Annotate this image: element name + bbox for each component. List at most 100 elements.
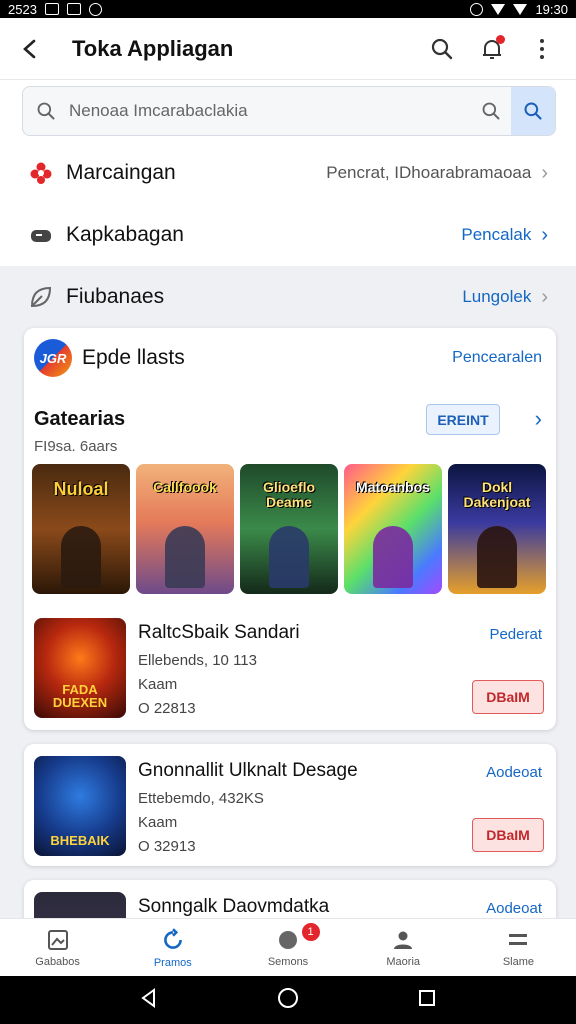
app-link[interactable]: Pederat bbox=[489, 626, 542, 643]
game-thumbnail[interactable]: Nuloal bbox=[32, 464, 130, 594]
row-label: Marcaingan bbox=[66, 161, 176, 184]
system-recents-button[interactable] bbox=[416, 987, 438, 1014]
back-button[interactable] bbox=[0, 18, 60, 80]
app-list-item[interactable]: BHEBAIK Gnonnallit Ulknalt Desage Ettebe… bbox=[24, 744, 556, 864]
app-card: BHEBAIK Gnonnallit Ulknalt Desage Ettebe… bbox=[24, 744, 556, 866]
character-figure bbox=[61, 526, 101, 588]
wifi-icon bbox=[491, 3, 506, 15]
search-section: Nenoaa Imcarabaclakia bbox=[0, 80, 576, 146]
chevron-right-icon: › bbox=[541, 223, 548, 246]
person-icon bbox=[394, 931, 413, 949]
row-value: Pencrat, IDhoarabramaoaa bbox=[326, 163, 532, 182]
app-link[interactable]: Aodeoat bbox=[486, 764, 542, 781]
gamepad-icon bbox=[28, 222, 54, 248]
app-list-item[interactable]: FADA DUEXEN RaltcSbaik Sandari Ellebends… bbox=[24, 606, 556, 726]
app-meta: Ellebends, 10 113 bbox=[138, 652, 257, 669]
more-options-button[interactable] bbox=[528, 35, 556, 63]
character-figure bbox=[477, 526, 517, 588]
row-value: Pencalak bbox=[461, 225, 532, 244]
card-link[interactable]: Pencearalen bbox=[452, 349, 542, 367]
get-button[interactable]: DBaIM bbox=[472, 818, 544, 852]
status-bar: 2523 19:30 bbox=[0, 0, 576, 18]
app-meta: Kaam bbox=[138, 676, 178, 693]
list-row-marcaingan[interactable]: Marcaingan Pencrat, IDhoarabramaoaa › bbox=[0, 142, 576, 204]
kebab-dot-icon bbox=[540, 54, 544, 59]
search-icon bbox=[524, 102, 542, 120]
kebab-dot-icon bbox=[540, 38, 544, 43]
notifications-button[interactable] bbox=[478, 34, 506, 63]
page-title: Toka Appliagan bbox=[72, 35, 234, 61]
game-thumbnail[interactable]: Dokl Dakenjoat bbox=[448, 464, 546, 594]
game-thumbnail[interactable]: Matoanbos bbox=[344, 464, 442, 594]
card-title: Epde llasts bbox=[82, 346, 185, 369]
app-name: Gnonnallit Ulknalt Desage bbox=[138, 760, 358, 781]
photo-frame-icon bbox=[47, 929, 68, 950]
chevron-right-icon: › bbox=[541, 285, 548, 308]
search-submit-button[interactable] bbox=[511, 87, 555, 135]
thumbnail-title: Nuloal bbox=[53, 479, 109, 499]
character-figure bbox=[165, 526, 205, 588]
search-placeholder: Nenoaa Imcarabaclakia bbox=[69, 101, 248, 120]
signal-icon bbox=[513, 3, 528, 15]
row-label: Kapkabagan bbox=[66, 223, 184, 246]
menu-icon bbox=[509, 933, 528, 945]
app-name: Sonngalk Daovmdatka bbox=[138, 896, 330, 917]
app-notification-icon bbox=[66, 3, 81, 15]
nav-item-semons[interactable]: 1 Semons bbox=[230, 919, 345, 976]
do-not-disturb-icon bbox=[88, 2, 102, 16]
app-meta: O 32913 bbox=[138, 838, 196, 855]
flower-icon bbox=[28, 160, 54, 186]
leaf-icon bbox=[28, 284, 54, 310]
nav-label: Semons bbox=[267, 955, 309, 968]
app-meta: O 22813 bbox=[138, 700, 196, 717]
nav-label: Slame bbox=[502, 955, 534, 968]
brand-logo: JGR bbox=[34, 339, 72, 377]
nav-item-slame[interactable]: Slame bbox=[461, 919, 576, 976]
list-row-fiubanaes[interactable]: Fiubanaes Lungolek › bbox=[0, 266, 576, 328]
character-figure bbox=[373, 526, 413, 588]
search-button[interactable] bbox=[428, 35, 456, 63]
system-navigation-bar bbox=[0, 976, 576, 1024]
kebab-dot-icon bbox=[540, 46, 544, 51]
thumbnail-title: Matoanbos bbox=[356, 479, 430, 495]
game-thumbnail[interactable]: Callfoook bbox=[136, 464, 234, 594]
section-title: Gatearias bbox=[34, 408, 126, 430]
chat-bubble-icon bbox=[279, 930, 297, 949]
game-carousel: Nuloal Callfoook Glioeflo Deame Matoanbo… bbox=[32, 464, 546, 594]
nav-item-pramos[interactable]: Pramos bbox=[115, 919, 230, 976]
nav-label: Pramos bbox=[153, 956, 192, 969]
nav-label: Gababos bbox=[35, 955, 80, 968]
notification-dot bbox=[496, 34, 505, 44]
search-input[interactable]: Nenoaa Imcarabaclakia bbox=[22, 86, 556, 136]
home-circle-icon bbox=[278, 987, 298, 1008]
app-bar: Toka Appliagan bbox=[0, 18, 576, 80]
status-time: 2523 bbox=[8, 1, 37, 17]
app-name: RaltcSbaik Sandari bbox=[138, 622, 300, 643]
thumbnail-title: Callfoook bbox=[153, 479, 217, 495]
search-icon bbox=[431, 38, 453, 59]
search-icon bbox=[482, 102, 500, 120]
nav-item-maoria[interactable]: Maoria bbox=[346, 919, 461, 976]
recents-square-icon bbox=[419, 989, 435, 1006]
game-thumbnail[interactable]: Glioeflo Deame bbox=[240, 464, 338, 594]
section-subtitle: FI9sa. 6aars bbox=[34, 438, 118, 455]
alarm-icon bbox=[470, 2, 484, 16]
app-link[interactable]: Aodeoat bbox=[486, 900, 542, 917]
app-icon: FADA DUEXEN bbox=[34, 618, 126, 718]
nav-item-gababos[interactable]: Gababos bbox=[0, 919, 115, 976]
system-home-button[interactable] bbox=[276, 986, 300, 1015]
back-triangle-icon bbox=[141, 987, 155, 1008]
system-back-button[interactable] bbox=[138, 987, 160, 1014]
list-row-kapkabagan[interactable]: Kapkabagan Pencalak › bbox=[0, 204, 576, 266]
status-clock: 19:30 bbox=[535, 1, 568, 17]
event-badge-button[interactable]: EREINT bbox=[426, 404, 500, 435]
notification-icon bbox=[44, 3, 59, 15]
character-figure bbox=[269, 526, 309, 588]
card-header: JGR Epde llasts Pencearalen bbox=[34, 339, 542, 377]
nav-label: Maoria bbox=[386, 955, 421, 968]
chevron-right-icon[interactable]: › bbox=[535, 406, 542, 432]
row-value: Lungolek bbox=[462, 287, 532, 306]
get-button[interactable]: DBaIM bbox=[472, 680, 544, 714]
chevron-right-icon: › bbox=[541, 161, 548, 184]
row-label: Fiubanaes bbox=[66, 285, 165, 308]
